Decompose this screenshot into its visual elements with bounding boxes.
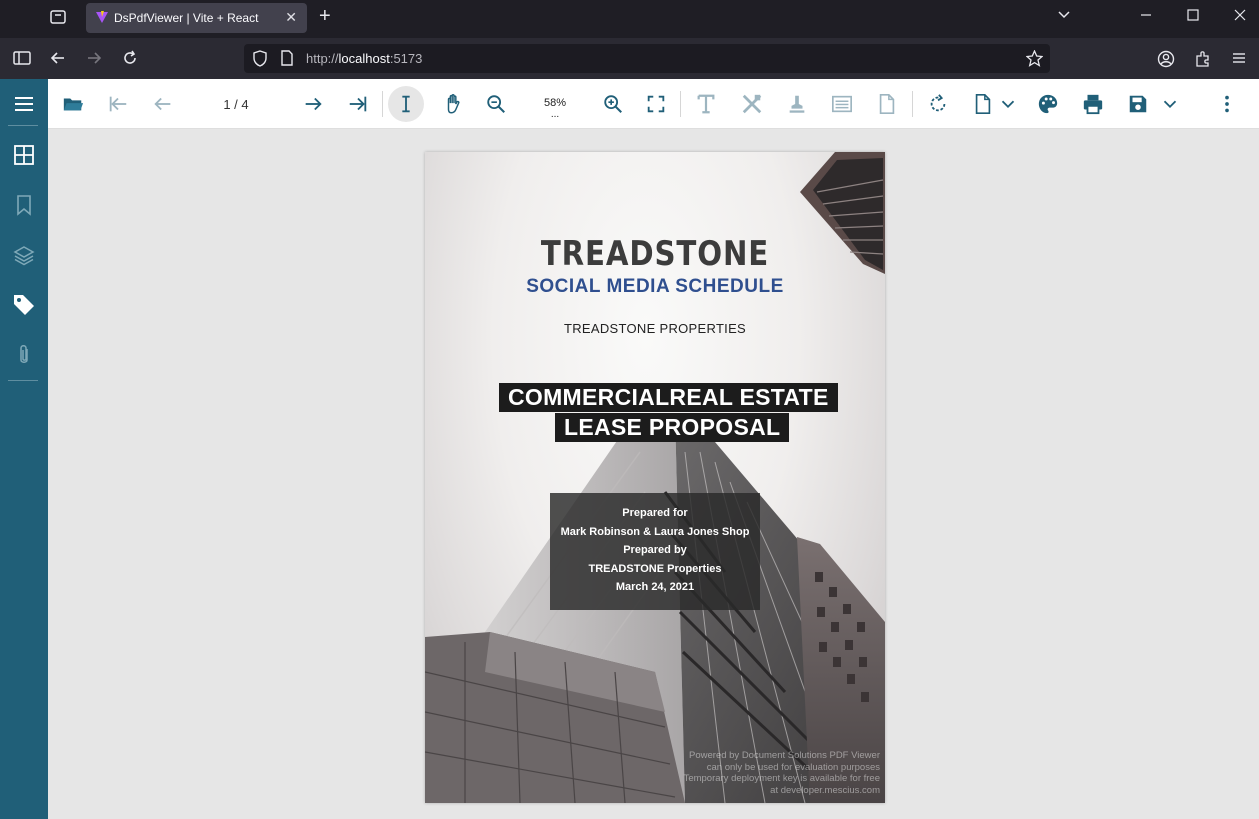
toolbar-separator (680, 91, 681, 117)
maximize-icon[interactable] (1187, 8, 1199, 27)
first-page-icon[interactable] (106, 92, 130, 116)
fullscreen-icon[interactable] (644, 92, 668, 116)
app-menu-icon[interactable] (1231, 50, 1247, 71)
theme-palette-icon[interactable] (1036, 92, 1060, 116)
prepared-for-label: Prepared for (622, 507, 688, 519)
page-tools-icon[interactable] (875, 92, 899, 116)
save-dropdown-chevron-icon[interactable] (1158, 92, 1182, 116)
account-icon[interactable] (1157, 50, 1175, 73)
prepared-by-label: Prepared by (623, 544, 687, 556)
prepared-info-box: Prepared for Mark Robinson & Laura Jones… (550, 493, 760, 610)
vite-logo-icon (95, 10, 109, 27)
evaluation-watermark: Powered by Document Solutions PDF Viewer… (640, 750, 880, 796)
new-tab-icon[interactable]: + (319, 5, 331, 28)
document-date: March 24, 2021 (615, 581, 695, 593)
open-folder-icon[interactable] (61, 92, 85, 116)
sidebar-toggle-icon[interactable] (13, 50, 31, 71)
sidebar-divider-bottom (8, 380, 38, 381)
viewer-toolbar: 1 / 4 58% ... (48, 79, 1259, 129)
minimize-icon[interactable] (1140, 8, 1152, 27)
zoom-level[interactable]: 58% (538, 97, 572, 109)
tab-title: DsPdfViewer | Vite + React (114, 11, 259, 25)
tab-overflow-chevron-icon[interactable] (1057, 8, 1071, 27)
prepared-for-value: Mark Robinson & Laura Jones Shop (560, 525, 750, 538)
browser-tab[interactable]: DsPdfViewer | Vite + React ✕ (86, 3, 307, 33)
watermark-line: Powered by Document Solutions PDF Viewer (689, 750, 880, 761)
company-logo: TREADSTONE (540, 234, 770, 274)
url-text: http://localhost:5173 (306, 51, 423, 66)
watermark-line: at developer.mescius.com (770, 784, 880, 796)
rotate-icon[interactable] (926, 92, 950, 116)
save-icon[interactable] (1126, 92, 1150, 116)
draw-tools-icon[interactable] (740, 92, 764, 116)
toolbar-separator (912, 91, 913, 117)
pan-hand-icon[interactable] (442, 92, 466, 116)
toolbar-separator (382, 91, 383, 117)
headline-line-1: COMMERCIALREAL ESTATE (499, 383, 838, 412)
form-field-icon[interactable] (830, 92, 854, 116)
forward-icon[interactable] (86, 50, 102, 71)
thumbnails-icon[interactable] (12, 143, 36, 167)
close-window-icon[interactable] (1233, 8, 1247, 27)
document-subtitle: SOCIAL MEDIA SCHEDULE (526, 276, 784, 297)
text-tool-icon[interactable] (694, 92, 718, 116)
previous-page-icon[interactable] (151, 92, 175, 116)
next-page-icon[interactable] (301, 92, 325, 116)
text-select-icon[interactable] (394, 92, 418, 116)
company-name: TREADSTONE PROPERTIES (563, 321, 747, 336)
document-canvas[interactable]: TREADSTONE SOCIAL MEDIA SCHEDULE TREADST… (48, 129, 1259, 819)
tag-icon[interactable] (12, 292, 36, 316)
watermark-line: Temporary deployment key is available fo… (683, 773, 880, 784)
watermark-line: can only be used for evaluation purposes (706, 761, 880, 773)
page-number-input[interactable]: 1 / 4 (216, 97, 256, 112)
last-page-icon[interactable] (346, 92, 370, 116)
browser-title-bar: DsPdfViewer | Vite + React ✕ + (0, 0, 1259, 38)
page-info-icon[interactable] (280, 50, 294, 71)
tab-close-icon[interactable]: ✕ (285, 9, 297, 26)
browser-nav-bar: http://localhost:5173 (0, 38, 1259, 79)
layers-icon[interactable] (12, 243, 36, 267)
headline-line-2: LEASE PROPOSAL (555, 413, 790, 442)
viewer-sidebar (0, 79, 48, 819)
url-bar[interactable]: http://localhost:5173 (244, 44, 1050, 73)
more-options-icon[interactable] (1215, 92, 1239, 116)
bookmark-icon[interactable] (12, 193, 36, 217)
shield-icon[interactable] (252, 50, 268, 72)
document-dropdown-chevron-icon[interactable] (996, 92, 1020, 116)
sidebar-divider (8, 125, 38, 126)
pdf-page[interactable]: TREADSTONE SOCIAL MEDIA SCHEDULE TREADST… (425, 152, 885, 803)
zoom-out-icon[interactable] (484, 92, 508, 116)
attachment-icon[interactable] (12, 343, 36, 367)
document-properties-icon[interactable] (971, 92, 995, 116)
bookmark-star-icon[interactable] (1025, 49, 1044, 72)
extensions-icon[interactable] (1194, 50, 1212, 73)
reload-icon[interactable] (122, 50, 138, 71)
zoom-options[interactable]: ... (538, 109, 572, 120)
back-icon[interactable] (50, 50, 66, 71)
menu-hamburger-icon[interactable] (12, 92, 36, 116)
tab-list-icon[interactable] (49, 8, 67, 26)
print-icon[interactable] (1081, 92, 1105, 116)
prepared-by-value: TREADSTONE Properties (588, 562, 722, 575)
stamp-icon[interactable] (785, 92, 809, 116)
zoom-in-icon[interactable] (601, 92, 625, 116)
